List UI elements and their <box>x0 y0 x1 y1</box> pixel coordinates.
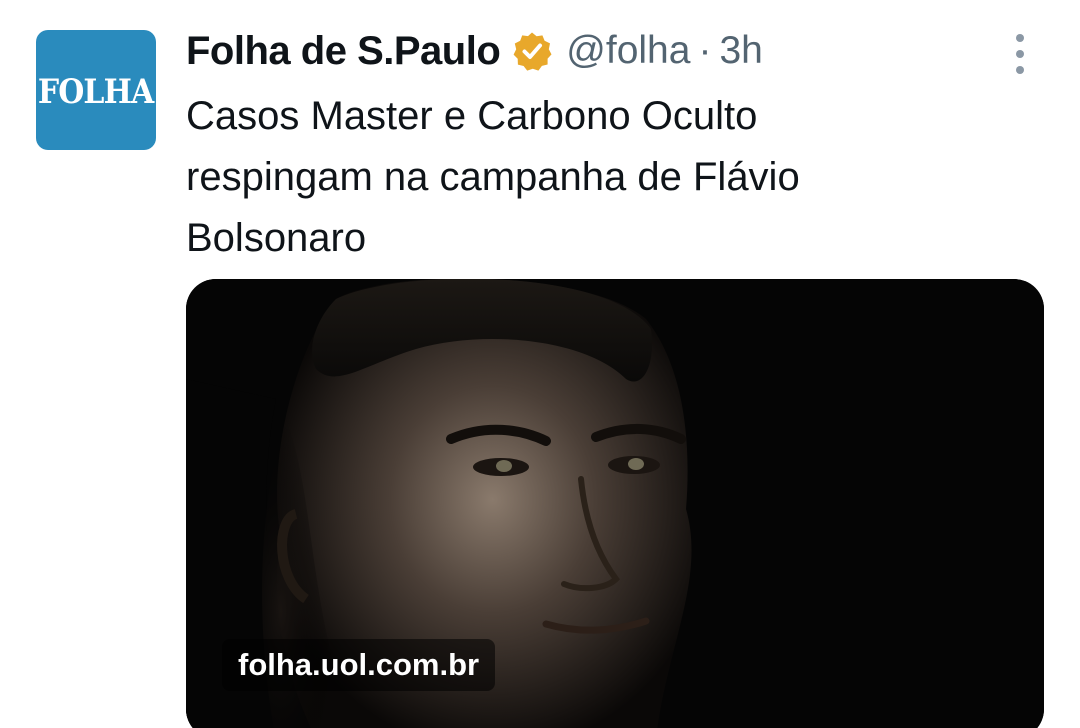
more-dot <box>1016 50 1024 58</box>
display-name[interactable]: Folha de S.Paulo <box>186 29 501 74</box>
more-dot <box>1016 34 1024 42</box>
link-domain-label[interactable]: folha.uol.com.br <box>222 639 496 691</box>
timestamp[interactable]: 3h <box>719 29 762 73</box>
avatar-logo-text: FOLHA <box>38 72 154 112</box>
tweet-card[interactable]: FOLHA Folha de S.Paulo @folha · 3h Casos… <box>0 0 1080 728</box>
more-dot <box>1016 66 1024 74</box>
more-vertical-icon[interactable] <box>1006 34 1034 74</box>
separator-dot: · <box>698 29 712 72</box>
avatar[interactable]: FOLHA <box>36 30 156 150</box>
tweet-header: Folha de S.Paulo @folha · 3h <box>186 24 763 78</box>
handle[interactable]: @folha <box>566 29 690 73</box>
link-card-media[interactable]: folha.uol.com.br <box>186 279 1044 728</box>
tweet-text: Casos Master e Carbono Oculto respingam … <box>186 94 800 260</box>
verified-badge-icon[interactable] <box>512 31 552 71</box>
